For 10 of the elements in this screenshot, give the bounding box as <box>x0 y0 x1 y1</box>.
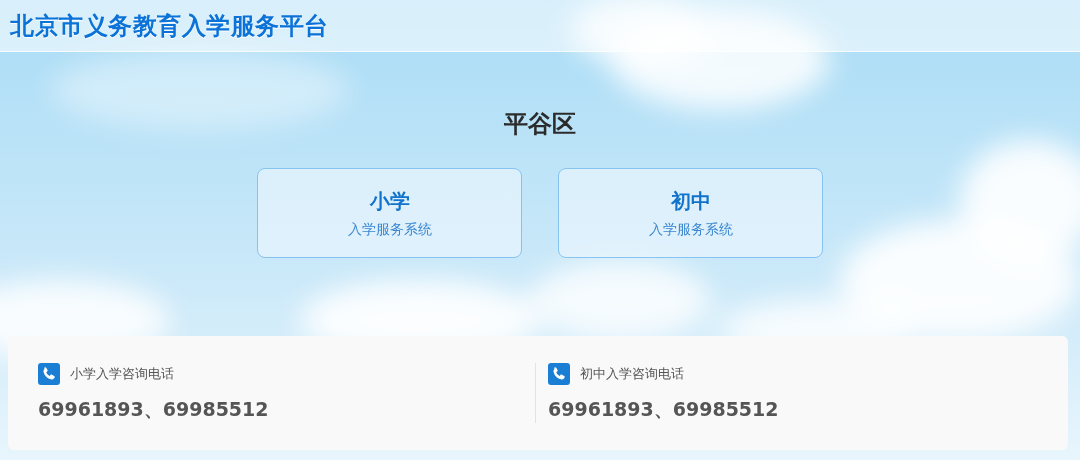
phone-numbers: 69961893、69985512 <box>38 397 270 422</box>
phone-icon <box>548 363 570 385</box>
site-title: 北京市义务教育入学服务平台 <box>10 10 329 42</box>
district-title: 平谷区 <box>504 109 576 140</box>
contact-label: 小学入学咨询电话 <box>70 365 174 383</box>
contact-label: 初中入学咨询电话 <box>580 365 684 383</box>
phone-numbers: 69961893、69985512 <box>548 397 780 422</box>
system-card[interactable]: 初中 入学服务系统 <box>558 168 823 258</box>
system-card[interactable]: 小学 入学服务系统 <box>257 168 522 258</box>
phone-icon <box>38 363 60 385</box>
